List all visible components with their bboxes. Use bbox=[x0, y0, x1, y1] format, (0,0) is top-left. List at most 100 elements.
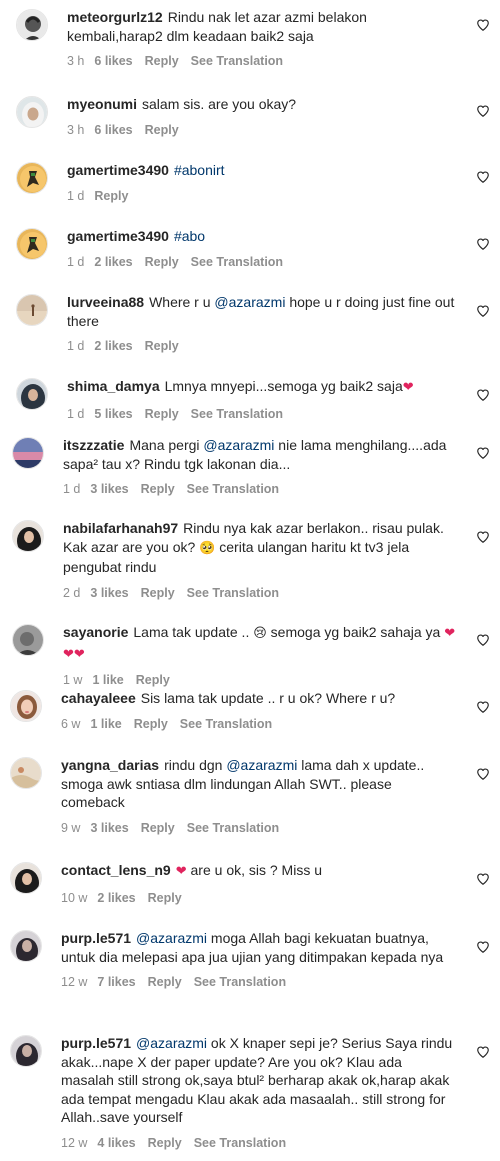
likes-count[interactable]: 3 likes bbox=[90, 586, 128, 600]
comment-text-segment: Sis lama tak update .. r u ok? Where r u… bbox=[140, 690, 396, 706]
likes-count[interactable]: 1 like bbox=[90, 717, 121, 731]
avatar[interactable] bbox=[16, 96, 48, 128]
comment-username[interactable]: shima_damya bbox=[67, 378, 160, 394]
comment-username[interactable]: yangna_darias bbox=[61, 757, 159, 773]
mention-link[interactable]: @azarazmi bbox=[136, 930, 207, 946]
heart-outline-icon[interactable] bbox=[476, 1045, 490, 1059]
mention-link[interactable]: @azarazmi bbox=[136, 1035, 207, 1051]
reply-button[interactable]: Reply bbox=[136, 673, 170, 687]
comment-meta: 9 w 3 likes Reply See Translation bbox=[61, 819, 456, 838]
heart-outline-icon[interactable] bbox=[476, 18, 490, 32]
avatar[interactable] bbox=[10, 757, 42, 789]
mention-link[interactable]: @azarazmi bbox=[203, 437, 274, 453]
reply-button[interactable]: Reply bbox=[148, 975, 182, 989]
avatar[interactable] bbox=[16, 294, 48, 326]
see-translation-button[interactable]: See Translation bbox=[191, 54, 283, 68]
see-translation-button[interactable]: See Translation bbox=[187, 821, 279, 835]
avatar[interactable] bbox=[10, 690, 42, 722]
reply-button[interactable]: Reply bbox=[134, 717, 168, 731]
avatar[interactable] bbox=[12, 520, 44, 552]
hashtag-link[interactable]: #abonirt bbox=[174, 162, 225, 178]
likes-count[interactable]: 7 likes bbox=[97, 975, 135, 989]
hashtag-link[interactable]: #abo bbox=[174, 228, 205, 244]
avatar[interactable] bbox=[16, 162, 48, 194]
likes-count[interactable]: 5 likes bbox=[94, 407, 132, 421]
timestamp: 1 d bbox=[67, 406, 85, 421]
heart-outline-icon[interactable] bbox=[476, 633, 490, 647]
avatar[interactable] bbox=[16, 9, 48, 41]
see-translation-button[interactable]: See Translation bbox=[194, 1136, 286, 1150]
reply-button[interactable]: Reply bbox=[141, 586, 175, 600]
see-translation-button[interactable]: See Translation bbox=[191, 255, 283, 269]
comment-text-segment: semoga yg baik2 sahaja ya bbox=[266, 624, 445, 640]
see-translation-button[interactable]: See Translation bbox=[194, 975, 286, 989]
see-translation-button[interactable]: See Translation bbox=[187, 586, 279, 600]
reply-button[interactable]: Reply bbox=[145, 54, 179, 68]
see-translation-button[interactable]: See Translation bbox=[191, 407, 283, 421]
comment-text-segment: rindu dgn bbox=[164, 757, 227, 773]
comment-body: lurveeina88 Where r u @azarazmi hope u r … bbox=[67, 293, 456, 356]
heart-outline-icon[interactable] bbox=[476, 304, 490, 318]
heart-outline-icon[interactable] bbox=[476, 237, 490, 251]
likes-count[interactable]: 1 like bbox=[92, 673, 123, 687]
comment-body: itszzzatie Mana pergi @azarazmi nie lama … bbox=[63, 436, 456, 499]
mention-link[interactable]: @azarazmi bbox=[214, 294, 285, 310]
likes-count[interactable]: 2 likes bbox=[97, 891, 135, 905]
heart-outline-icon[interactable] bbox=[476, 104, 490, 118]
comment-meta: 1 d 2 likes Reply bbox=[67, 337, 456, 356]
comment-body: myeonumi salam sis. are you okay? 3 h 6 lik… bbox=[67, 95, 456, 139]
comment-username[interactable]: purp.le571 bbox=[61, 1035, 131, 1051]
comment-username[interactable]: meteorgurlz12 bbox=[67, 9, 163, 25]
see-translation-button[interactable]: See Translation bbox=[180, 717, 272, 731]
comment-username[interactable]: purp.le571 bbox=[61, 930, 131, 946]
reply-button[interactable]: Reply bbox=[145, 407, 179, 421]
mention-link[interactable]: @azarazmi bbox=[226, 757, 297, 773]
reply-button[interactable]: Reply bbox=[148, 891, 182, 905]
avatar[interactable] bbox=[16, 228, 48, 260]
likes-count[interactable]: 2 likes bbox=[94, 339, 132, 353]
reply-button[interactable]: Reply bbox=[148, 1136, 182, 1150]
heart-outline-icon[interactable] bbox=[476, 872, 490, 886]
comment-username[interactable]: cahayaleee bbox=[61, 690, 136, 706]
comment-username[interactable]: gamertime3490 bbox=[67, 228, 169, 244]
timestamp: 1 d bbox=[67, 339, 85, 353]
reply-button[interactable]: Reply bbox=[141, 821, 175, 835]
comment-text: sayanorie Lama tak update .. 😢 semoga yg … bbox=[63, 623, 456, 664]
heart-outline-icon[interactable] bbox=[476, 767, 490, 781]
heart-outline-icon[interactable] bbox=[476, 388, 490, 402]
heart-outline-icon[interactable] bbox=[476, 700, 490, 714]
reply-button[interactable]: Reply bbox=[94, 189, 128, 203]
reply-button[interactable]: Reply bbox=[145, 255, 179, 269]
comment-text: shima_damya Lmnya mnyepi...semoga yg baik… bbox=[67, 377, 456, 398]
avatar[interactable] bbox=[16, 378, 48, 410]
comment-text: itszzzatie Mana pergi @azarazmi nie lama … bbox=[63, 436, 456, 473]
avatar[interactable] bbox=[12, 624, 44, 656]
likes-count[interactable]: 6 likes bbox=[94, 54, 132, 68]
reply-button[interactable]: Reply bbox=[141, 482, 175, 496]
avatar[interactable] bbox=[10, 862, 42, 894]
comment-username[interactable]: nabilafarhanah97 bbox=[63, 520, 178, 536]
heart-outline-icon[interactable] bbox=[476, 940, 490, 954]
timestamp: 3 h bbox=[67, 54, 85, 68]
reply-button[interactable]: Reply bbox=[145, 123, 179, 137]
likes-count[interactable]: 6 likes bbox=[94, 123, 132, 137]
avatar[interactable] bbox=[12, 437, 44, 469]
reply-button[interactable]: Reply bbox=[145, 339, 179, 353]
comment-username[interactable]: gamertime3490 bbox=[67, 162, 169, 178]
avatar[interactable] bbox=[10, 1035, 42, 1067]
comment-username[interactable]: itszzzatie bbox=[63, 437, 124, 453]
heart-outline-icon[interactable] bbox=[476, 170, 490, 184]
comment-username[interactable]: myeonumi bbox=[67, 96, 137, 112]
likes-count[interactable]: 3 likes bbox=[90, 821, 128, 835]
likes-count[interactable]: 3 likes bbox=[90, 482, 128, 496]
comment-username[interactable]: contact_lens_n9 bbox=[61, 862, 171, 878]
comment-body: gamertime3490 #abo 1 d 2 likes Reply See Tran… bbox=[67, 227, 456, 271]
heart-outline-icon[interactable] bbox=[476, 530, 490, 544]
heart-outline-icon[interactable] bbox=[476, 446, 490, 460]
likes-count[interactable]: 4 likes bbox=[97, 1136, 135, 1150]
see-translation-button[interactable]: See Translation bbox=[187, 482, 279, 496]
avatar[interactable] bbox=[10, 930, 42, 962]
comment-username[interactable]: sayanorie bbox=[63, 624, 128, 640]
likes-count[interactable]: 2 likes bbox=[94, 255, 132, 269]
comment-username[interactable]: lurveeina88 bbox=[67, 294, 144, 310]
